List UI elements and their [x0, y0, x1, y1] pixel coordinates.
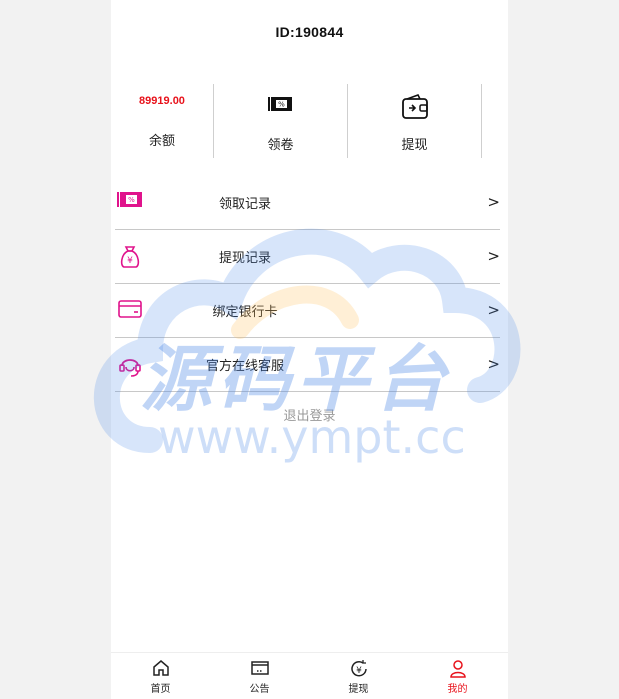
menu-list: % 领取记录 > ¥ 提现记录 > 绑定银行卡 > 官方在线客服 >: [115, 176, 500, 392]
tab-label: 提现: [348, 684, 369, 695]
coupon-stat[interactable]: % 领卷: [214, 84, 348, 158]
phone-screen: ID:190844 89919.00 余额 % 领卷 提现 % 领取记录 > ¥…: [111, 0, 508, 698]
tab-label: 我的: [447, 684, 468, 695]
notice-icon: [250, 659, 270, 682]
balance-value: 89919.00: [139, 95, 185, 107]
stats-row: 89919.00 余额 % 领卷 提现: [111, 84, 508, 158]
wallet-icon: [401, 94, 429, 125]
home-icon: [152, 659, 170, 682]
menu-item-withdraw-records[interactable]: ¥ 提现记录 >: [115, 230, 500, 284]
tab-home[interactable]: 首页: [111, 653, 210, 699]
balance-stat[interactable]: 89919.00 余额: [111, 84, 214, 158]
tab-mine[interactable]: 我的: [408, 653, 507, 699]
menu-item-label: 领取记录: [218, 196, 271, 211]
coupon-icon: %: [267, 94, 294, 119]
chevron-right-icon: >: [487, 355, 500, 373]
user-id: ID:190844: [275, 24, 344, 40]
tab-label: 公告: [249, 684, 270, 695]
balance-label: 余额: [148, 133, 175, 148]
chevron-right-icon: >: [487, 247, 500, 265]
menu-item-label: 绑定银行卡: [212, 304, 278, 319]
menu-item-claim-records[interactable]: % 领取记录 >: [115, 176, 500, 230]
tab-label: 首页: [150, 684, 171, 695]
coupon-label: 领卷: [267, 137, 294, 152]
svg-text:%: %: [278, 101, 285, 109]
tab-notice[interactable]: 公告: [210, 653, 309, 699]
menu-item-customer-service[interactable]: 官方在线客服 >: [115, 338, 500, 392]
withdraw-label: 提现: [401, 137, 428, 152]
chevron-right-icon: >: [487, 301, 500, 319]
logout-button[interactable]: 退出登录: [111, 405, 508, 424]
chevron-right-icon: >: [487, 193, 500, 211]
svg-text:¥: ¥: [356, 666, 362, 676]
menu-item-label: 提现记录: [218, 250, 271, 265]
menu-item-label: 官方在线客服: [205, 358, 284, 373]
menu-item-bind-bank-card[interactable]: 绑定银行卡 >: [115, 284, 500, 338]
bottom-tab-bar: 首页 公告 ¥ 提现 我的: [111, 652, 508, 699]
tab-withdraw[interactable]: ¥ 提现: [309, 653, 408, 699]
withdraw-stat[interactable]: 提现: [348, 84, 482, 158]
